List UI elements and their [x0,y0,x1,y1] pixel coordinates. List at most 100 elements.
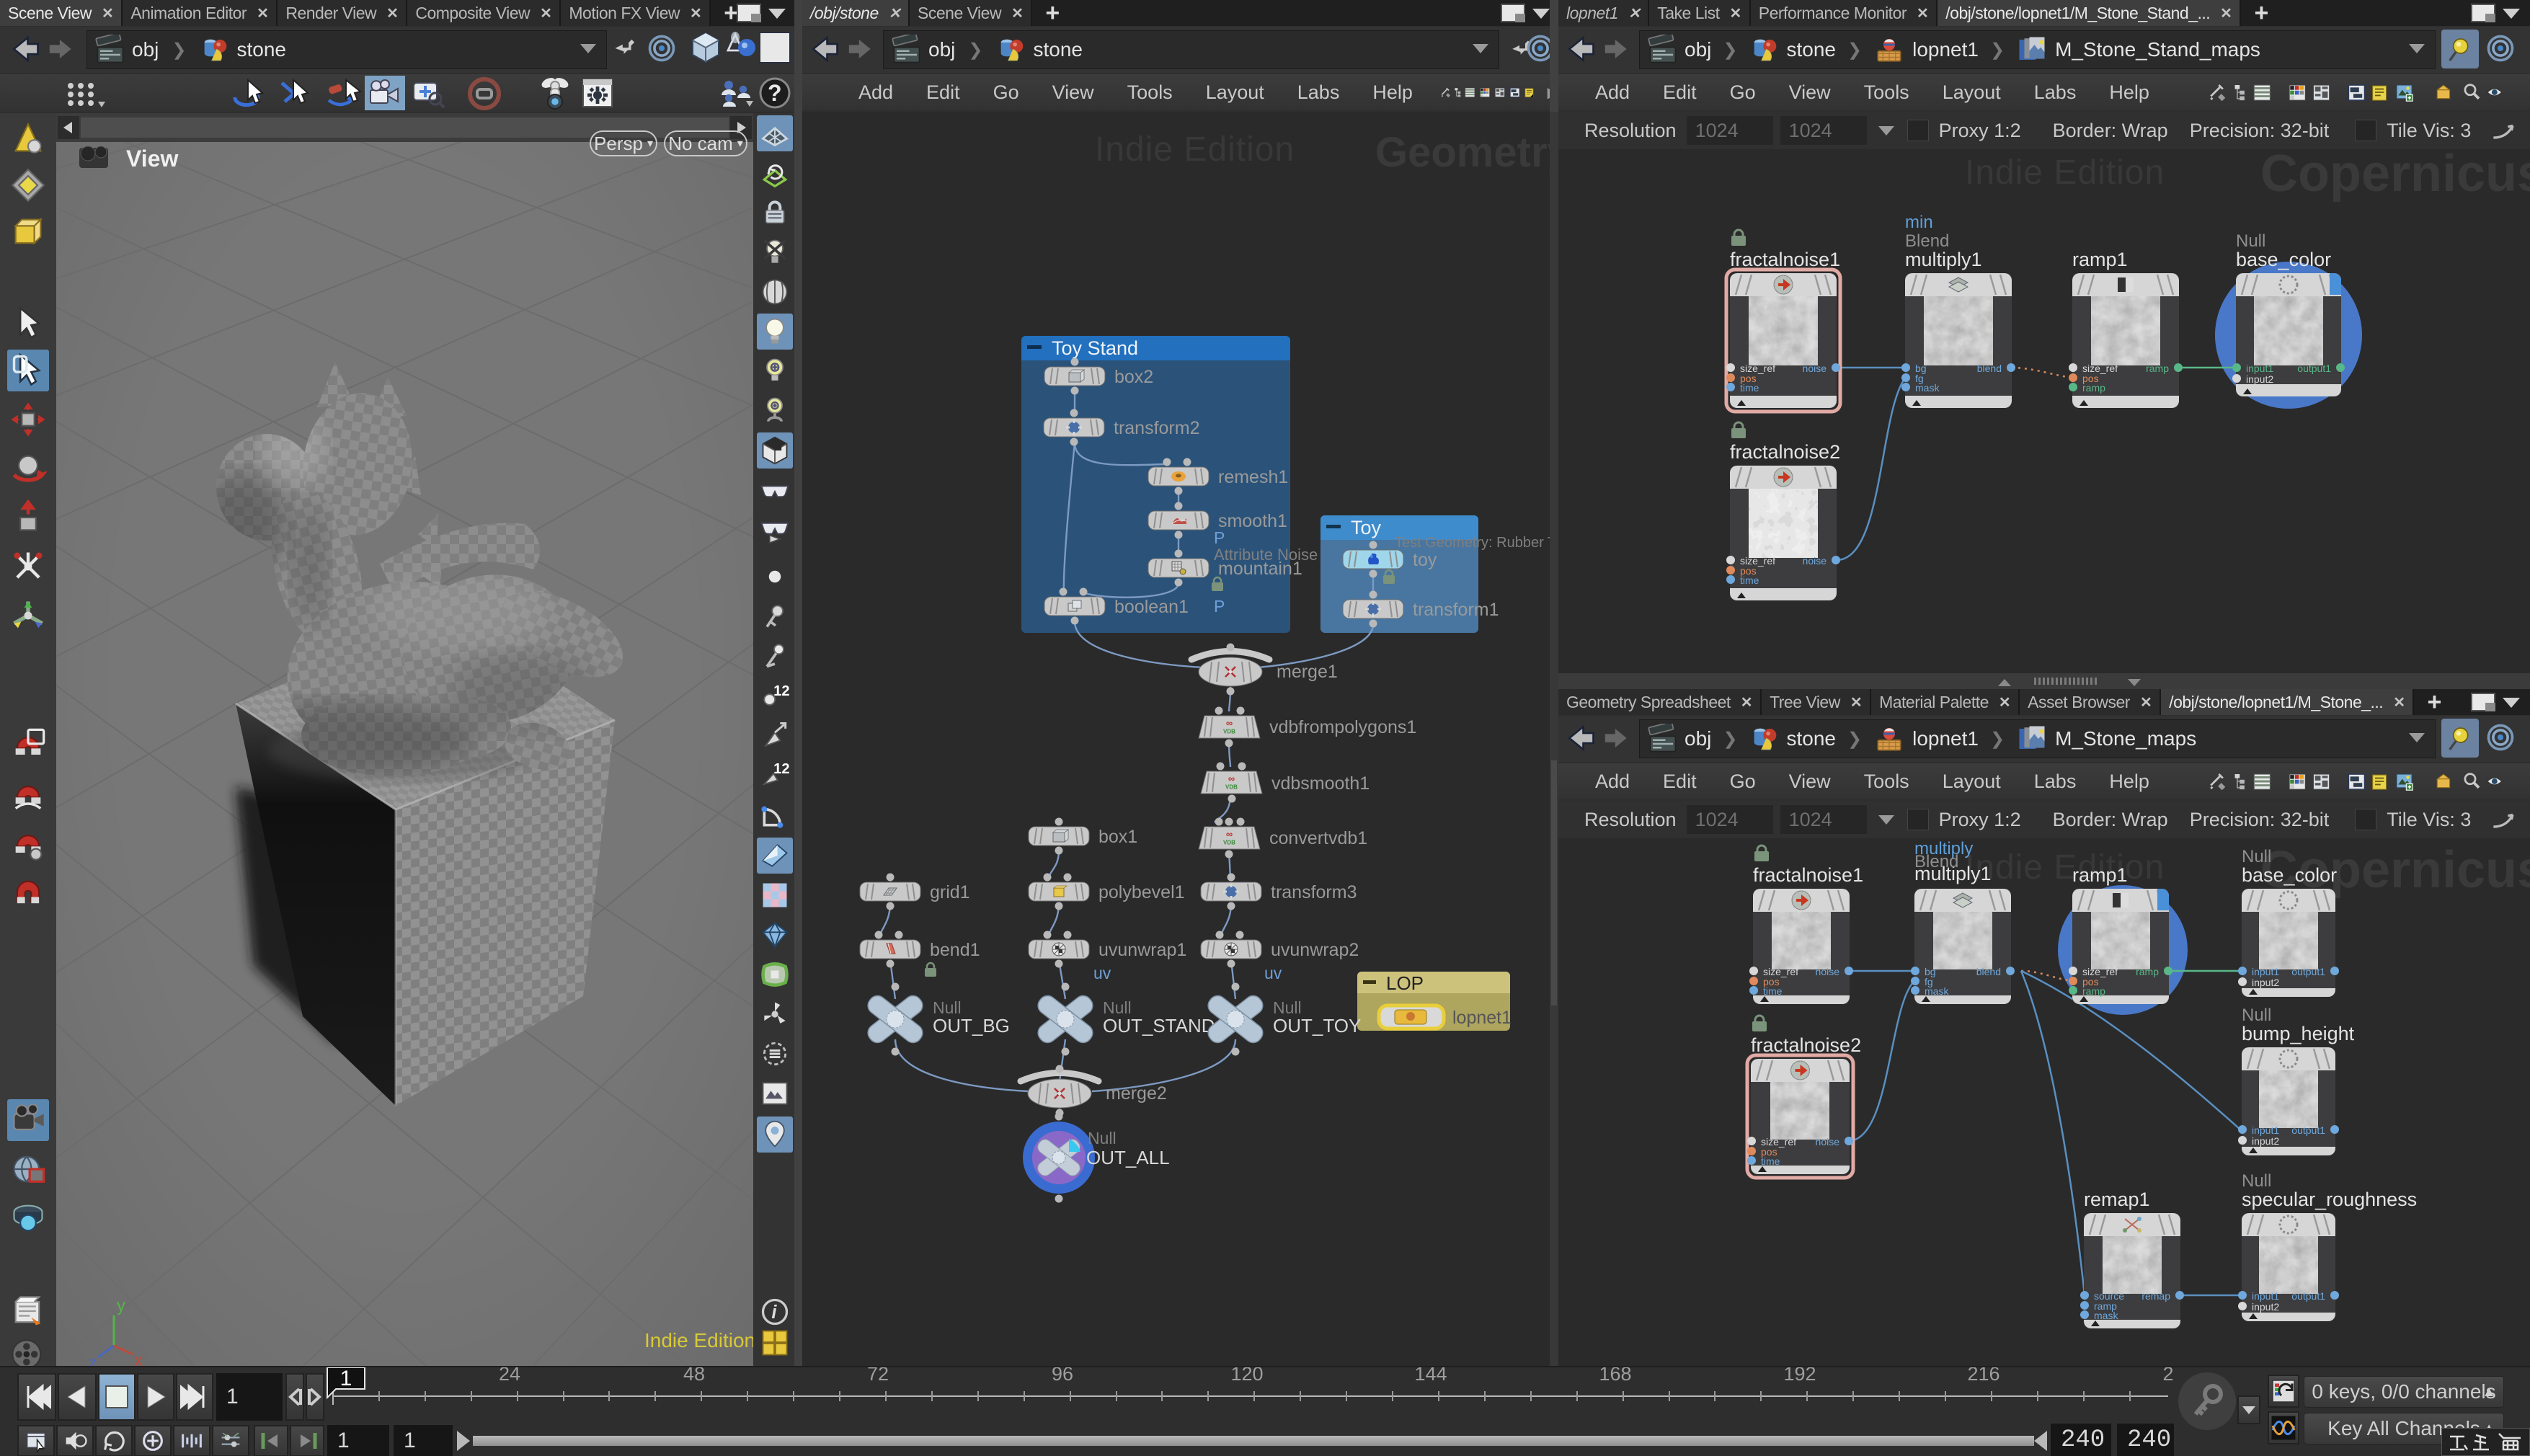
svg-text:P: P [1214,528,1225,547]
svg-text:input2: input2 [2252,1301,2279,1313]
svg-text:transform2: transform2 [1114,418,1199,438]
svg-text:multiply: multiply [1914,839,1973,858]
svg-text:fractalnoise2: fractalnoise2 [1751,1034,1861,1056]
svg-text:Toy: Toy [1351,517,1382,538]
svg-text:12: 12 [773,761,789,777]
svg-text:remesh1: remesh1 [1218,467,1288,487]
svg-text:72: 72 [867,1367,889,1385]
svg-text:time: time [1763,985,1783,997]
svg-text:noise: noise [1816,966,1840,977]
svg-text:input2: input2 [2246,373,2273,385]
svg-text:vdbfrompolygons1: vdbfrompolygons1 [1269,717,1416,737]
svg-text:96: 96 [1052,1367,1073,1385]
svg-text:ramp: ramp [2136,966,2159,977]
svg-text:time: time [1740,574,1759,586]
svg-text:noise: noise [1816,1136,1840,1148]
svg-text:uv: uv [1264,964,1282,982]
svg-text:merge1: merge1 [1277,662,1338,682]
svg-text:transform3: transform3 [1271,882,1357,902]
svg-text:box1: box1 [1098,827,1137,847]
svg-text:Indie Edition: Indie Edition [644,1329,753,1351]
svg-text:OUT_ALL: OUT_ALL [1086,1147,1170,1168]
svg-text:input2: input2 [2252,1135,2279,1147]
svg-text:uv: uv [1093,964,1111,982]
svg-text:output1: output1 [2291,966,2325,977]
svg-text:specular_roughness: specular_roughness [2242,1189,2417,1210]
svg-text:smooth1: smooth1 [1218,511,1287,531]
svg-text:ramp1: ramp1 [2072,249,2128,270]
svg-text:uvunwrap1: uvunwrap1 [1098,940,1186,960]
svg-text:bend1: bend1 [930,940,980,960]
svg-text:z: z [88,1354,97,1366]
svg-text:multiply1: multiply1 [1905,249,1982,270]
svg-text:Attribute Noise: Attribute Noise [1214,546,1318,564]
svg-text:noise: noise [1803,555,1827,567]
svg-text:120: 120 [1230,1367,1263,1385]
svg-text:blend: blend [1976,966,2001,977]
svg-text:OUT_TOY: OUT_TOY [1273,1015,1361,1036]
svg-text:mask: mask [1925,985,1949,997]
svg-text:mask: mask [1915,382,1940,394]
svg-text:Null: Null [2242,1171,2271,1191]
svg-text:?: ? [768,80,782,106]
svg-text:uvunwrap2: uvunwrap2 [1271,940,1359,960]
svg-text:mask: mask [2094,1310,2118,1321]
svg-text:boolean1: boolean1 [1114,597,1189,617]
svg-text:48: 48 [683,1367,705,1385]
svg-text:remap1: remap1 [2084,1189,2150,1210]
svg-text:base_color: base_color [2242,864,2337,886]
svg-text:input1: input1 [2252,1290,2279,1302]
svg-text:time: time [1761,1155,1780,1167]
svg-text:vdbsmooth1: vdbsmooth1 [1271,773,1370,794]
svg-text:input1: input1 [2246,363,2273,374]
svg-text:input1: input1 [2252,966,2279,977]
svg-text:base_color: base_color [2236,249,2331,270]
svg-text:12: 12 [773,683,789,699]
svg-text:LOP: LOP [1386,972,1424,994]
svg-text:x: x [134,1351,143,1366]
svg-text:1: 1 [340,1367,352,1390]
svg-text:input1: input1 [2252,1124,2279,1136]
svg-text:192: 192 [1783,1367,1816,1385]
svg-text:216: 216 [1967,1367,1999,1385]
svg-text:Test Geometry: Rubber Toy: Test Geometry: Rubber Toy [1395,535,1558,551]
svg-text:∞: ∞ [1226,829,1233,840]
svg-text:remap: remap [2141,1290,2170,1302]
svg-text:VDB: VDB [1225,784,1238,791]
svg-text:OUT_STAND: OUT_STAND [1103,1015,1215,1036]
svg-text:fractalnoise2: fractalnoise2 [1730,441,1840,463]
svg-text:144: 144 [1414,1367,1447,1385]
svg-text:OUT_BG: OUT_BG [933,1015,1010,1036]
svg-text:∞: ∞ [1226,718,1233,729]
svg-text:ramp: ramp [2146,363,2169,374]
svg-text:VDB: VDB [1223,729,1235,735]
svg-text:min: min [1905,213,1933,232]
svg-text:noise: noise [1803,363,1827,374]
svg-text:convertvdb1: convertvdb1 [1269,828,1367,848]
svg-text:y: y [117,1296,125,1315]
svg-text:VDB: VDB [1223,840,1235,846]
svg-text:box2: box2 [1114,367,1153,387]
svg-text:transform1: transform1 [1413,600,1499,620]
svg-text:ramp: ramp [2082,985,2105,997]
svg-text:24: 24 [499,1367,520,1385]
svg-text:fractalnoise1: fractalnoise1 [1753,864,1863,886]
svg-text:ramp: ramp [2082,382,2105,394]
svg-text:Toy Stand: Toy Stand [1052,337,1138,359]
svg-text:Null: Null [2236,231,2265,251]
svg-text:time: time [1740,382,1759,394]
svg-text:bump_height: bump_height [2242,1023,2355,1044]
svg-text:output1: output1 [2291,1124,2325,1136]
svg-text:output1: output1 [2297,363,2331,374]
svg-text:2: 2 [2162,1367,2173,1385]
svg-text:ramp1: ramp1 [2072,864,2128,886]
svg-text:i: i [771,1302,777,1323]
svg-text:blend: blend [1977,363,2002,374]
svg-text:Null: Null [2242,847,2271,866]
svg-text:Null: Null [2242,1006,2271,1025]
svg-text:grid1: grid1 [930,882,970,902]
svg-text:merge2: merge2 [1106,1083,1167,1104]
svg-text:P: P [1214,597,1225,616]
svg-text:Null: Null [1088,1129,1117,1148]
svg-text:toy: toy [1413,550,1437,570]
